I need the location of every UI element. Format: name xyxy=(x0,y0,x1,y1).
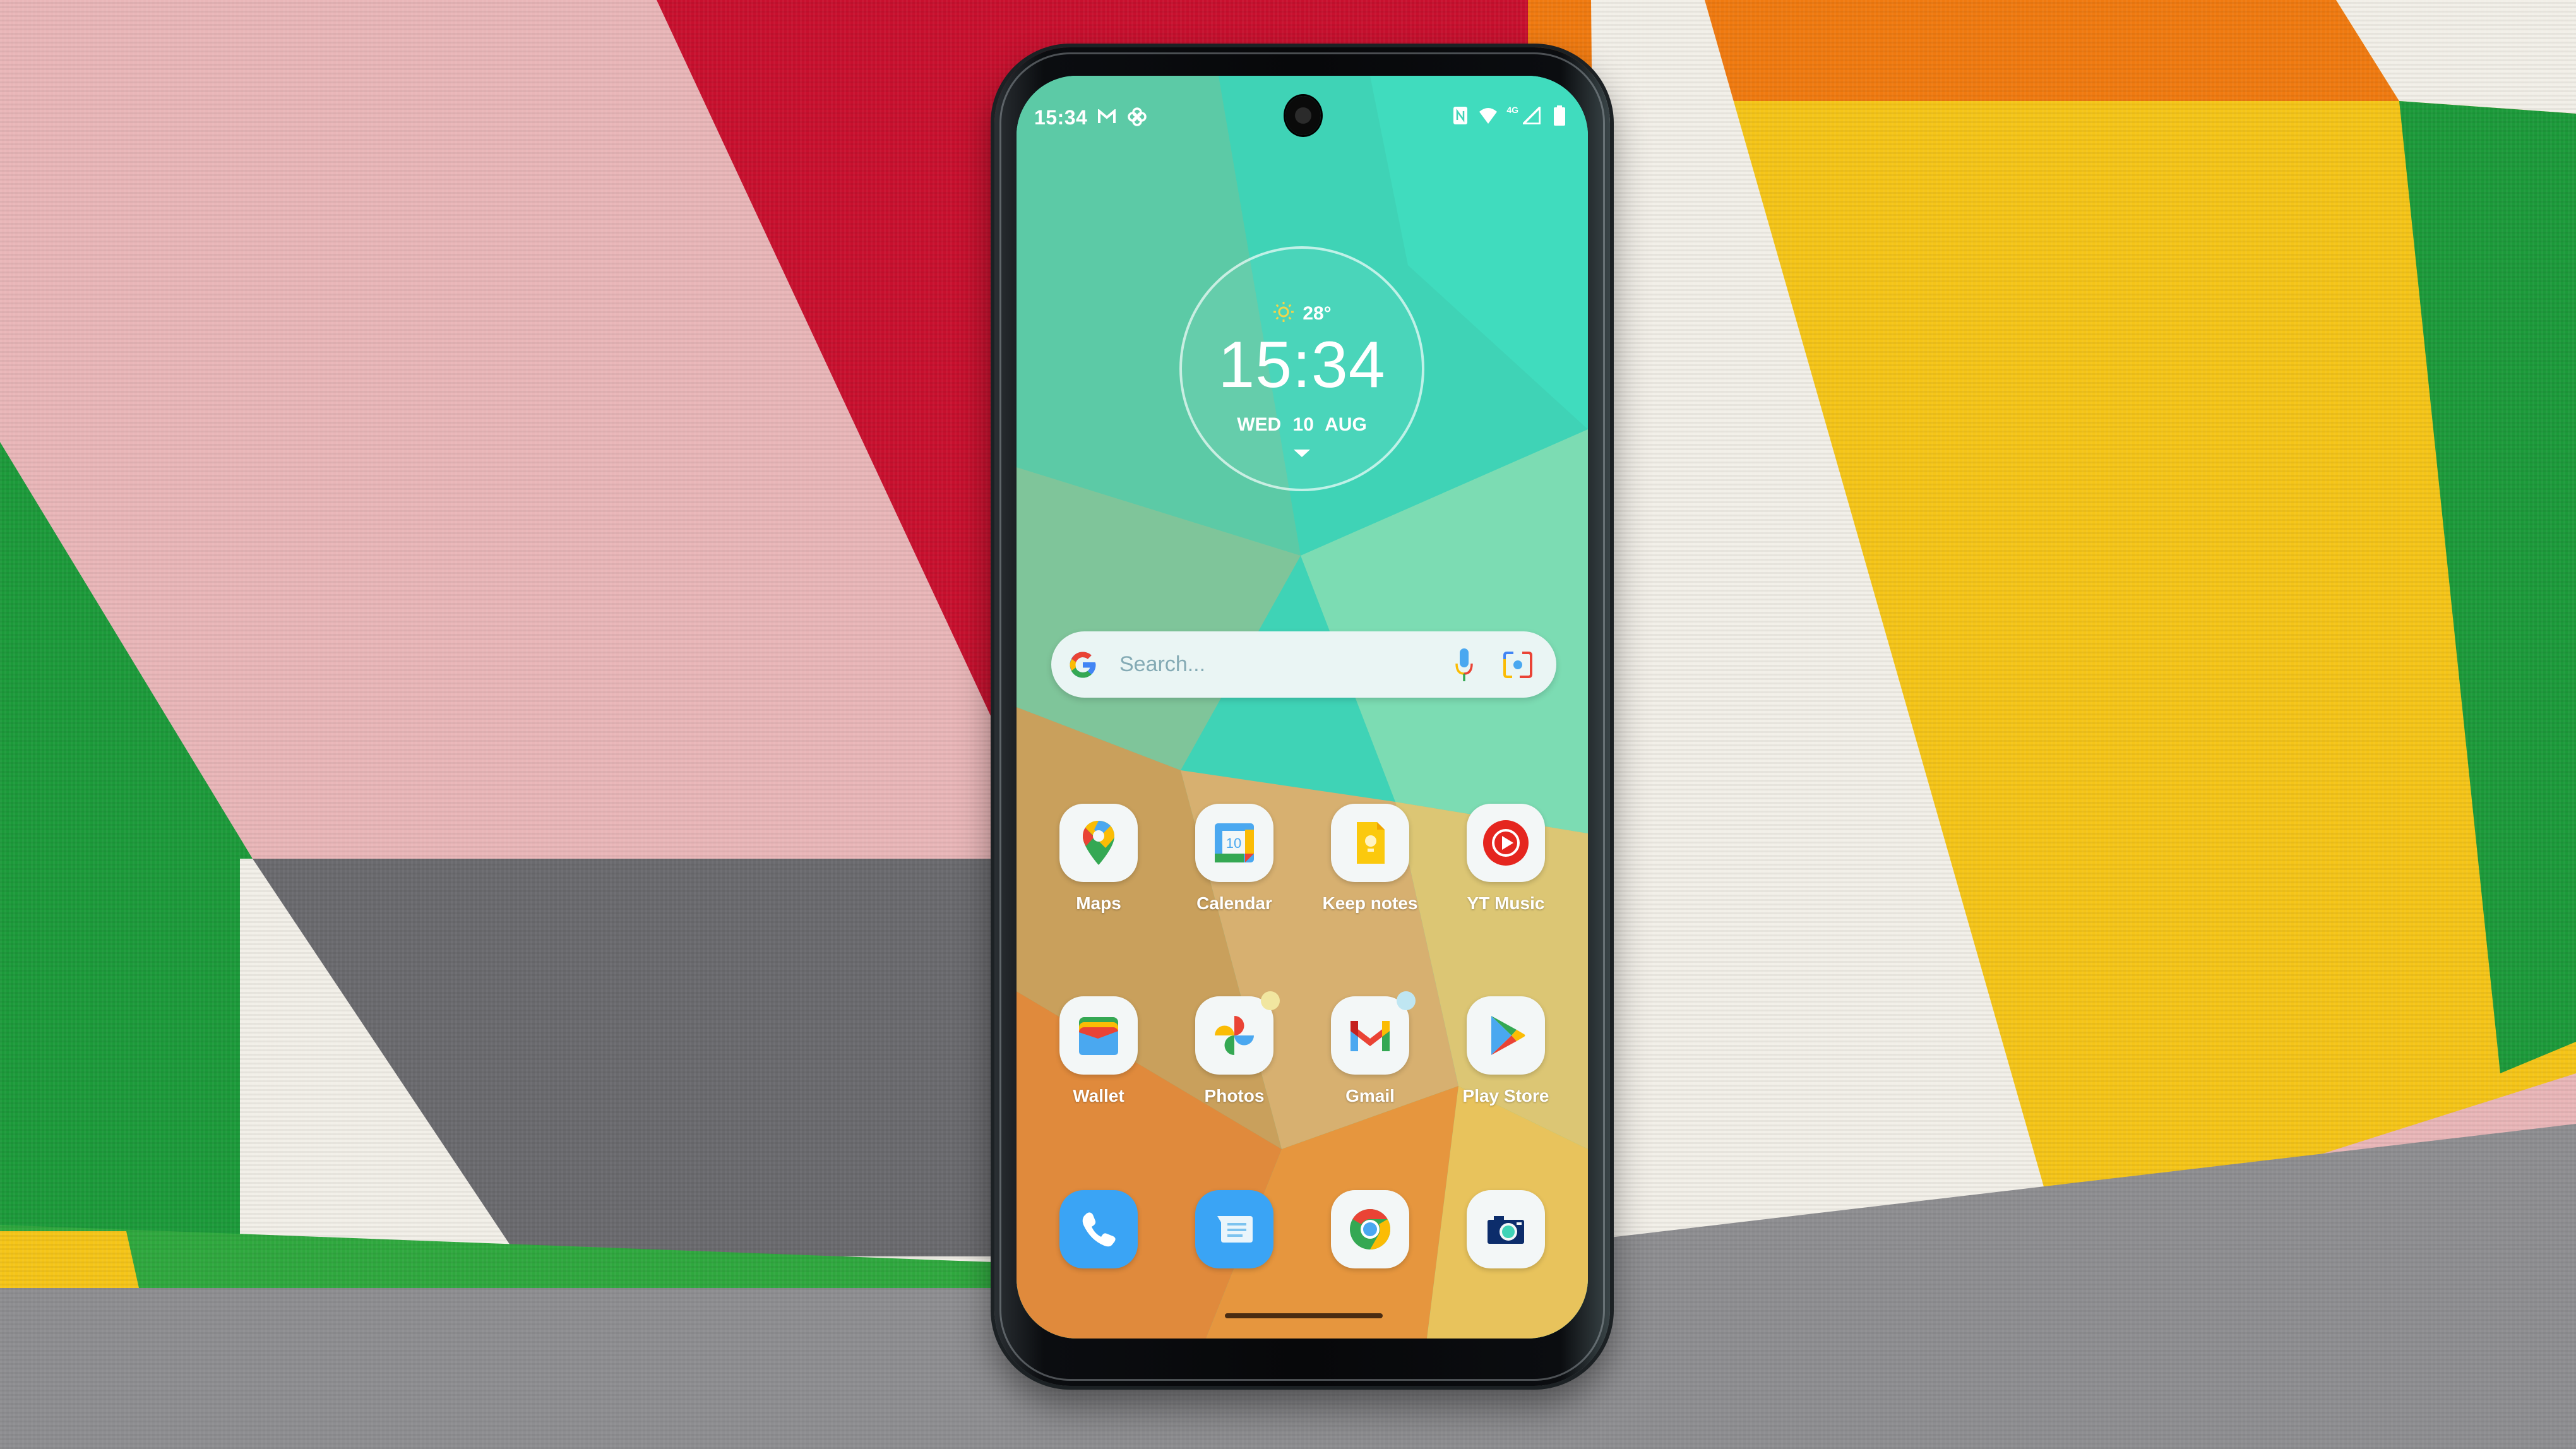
dock-messages[interactable] xyxy=(1167,1190,1303,1268)
gmail-notification-icon xyxy=(1097,106,1116,128)
app-yt-music[interactable]: YT Music xyxy=(1438,804,1574,914)
chrome-icon xyxy=(1331,1190,1409,1268)
pinwheel-icon xyxy=(1128,106,1147,128)
battery-icon xyxy=(1550,105,1569,126)
network-type-label: 4G xyxy=(1506,105,1518,115)
front-camera-cutout xyxy=(1285,96,1321,135)
weather-temperature: 28° xyxy=(1303,302,1332,324)
calendar-icon: 10 xyxy=(1195,804,1273,882)
calendar-day-number: 10 xyxy=(1226,835,1241,851)
notification-dot xyxy=(1397,991,1416,1010)
yt-music-icon xyxy=(1467,804,1545,882)
phone-icon xyxy=(1059,1190,1138,1268)
phone-device: 15:34 4G 28° 15:34 WED 10 AUG Search... … xyxy=(994,47,1610,1386)
gmail-icon xyxy=(1331,991,1416,1075)
wifi-icon xyxy=(1479,105,1498,126)
messages-icon xyxy=(1195,1190,1273,1268)
home-app-row-1: Maps 10 Calendar Keep notes YT Music xyxy=(1017,804,1588,914)
dock-phone[interactable] xyxy=(1031,1190,1167,1268)
app-label: Gmail xyxy=(1345,1086,1395,1106)
clock-time: 15:34 xyxy=(1218,328,1386,402)
nfc-icon xyxy=(1451,105,1470,126)
status-time: 15:34 xyxy=(1034,106,1088,129)
app-label: YT Music xyxy=(1467,893,1545,913)
microphone-icon[interactable] xyxy=(1452,646,1477,684)
app-play-store[interactable]: Play Store xyxy=(1438,996,1574,1106)
app-label: Play Store xyxy=(1462,1086,1549,1106)
maps-icon xyxy=(1059,804,1138,882)
app-maps[interactable]: Maps xyxy=(1031,804,1167,914)
app-label: Wallet xyxy=(1073,1086,1124,1106)
clock-date: WED 10 AUG xyxy=(1237,414,1367,435)
google-search-bar[interactable] xyxy=(1051,631,1556,698)
lens-camera-icon[interactable] xyxy=(1501,648,1535,682)
gesture-nav-handle[interactable] xyxy=(1225,1313,1383,1318)
status-right-icons: 4G xyxy=(1451,105,1569,126)
app-calendar[interactable]: 10 Calendar xyxy=(1167,804,1303,914)
clock-weather-widget[interactable]: 28° 15:34 WED 10 AUG xyxy=(1179,246,1424,491)
app-gmail[interactable]: Gmail xyxy=(1303,991,1438,1106)
dock-chrome[interactable] xyxy=(1303,1190,1438,1268)
play-store-icon xyxy=(1467,996,1545,1075)
app-keep-notes[interactable]: Keep notes xyxy=(1303,804,1438,914)
sun-icon xyxy=(1272,301,1295,326)
signal-icon xyxy=(1522,105,1541,126)
app-label: Maps xyxy=(1076,893,1121,913)
keep-icon xyxy=(1331,804,1409,882)
dock-camera[interactable] xyxy=(1438,1190,1574,1268)
app-photos[interactable]: Photos xyxy=(1167,991,1303,1106)
app-label: Photos xyxy=(1204,1086,1265,1106)
notification-dot xyxy=(1261,991,1280,1010)
photos-icon xyxy=(1195,991,1280,1075)
google-g-icon[interactable] xyxy=(1068,650,1098,680)
home-screen: 15:34 4G 28° 15:34 WED 10 AUG Search... … xyxy=(1017,76,1588,1339)
search-input[interactable] xyxy=(1118,652,1452,677)
dock xyxy=(1017,1190,1588,1268)
home-app-row-2: Wallet Photos Gmail Play Store xyxy=(1017,991,1588,1106)
wallet-icon xyxy=(1059,996,1138,1075)
app-label: Keep notes xyxy=(1322,893,1418,913)
weather-row[interactable]: 28° xyxy=(1182,301,1422,326)
app-wallet[interactable]: Wallet xyxy=(1031,996,1167,1106)
caret-down-icon[interactable] xyxy=(1294,450,1310,457)
camera-icon xyxy=(1467,1190,1545,1268)
app-label: Calendar xyxy=(1196,893,1272,913)
status-left-icons xyxy=(1097,106,1147,128)
